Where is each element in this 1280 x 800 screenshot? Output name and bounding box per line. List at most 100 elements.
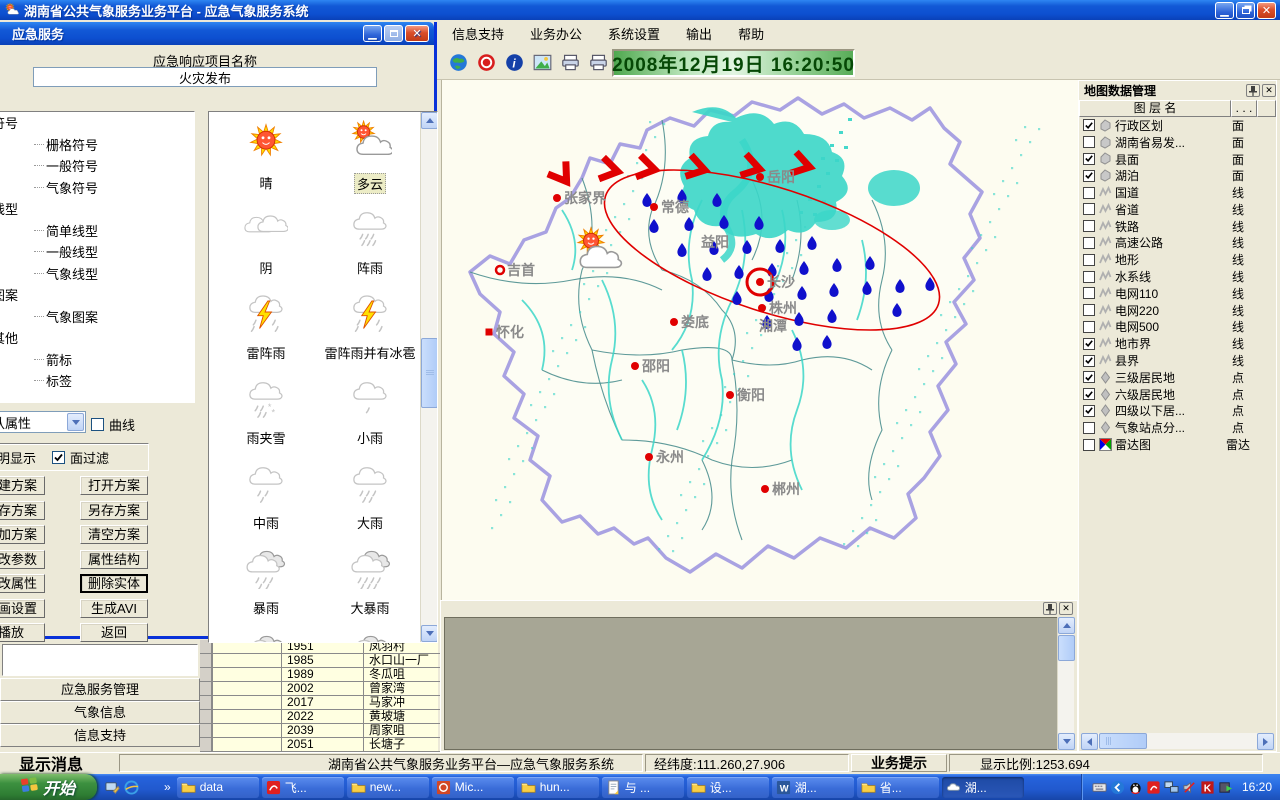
- dialog-button-right-4[interactable]: 删除实体: [80, 574, 148, 593]
- restore-button[interactable]: [1236, 2, 1255, 19]
- msn-icon[interactable]: [1110, 780, 1125, 795]
- table-row[interactable]: 2039周家咀: [200, 724, 440, 738]
- table-row[interactable]: 2051长塘子: [200, 738, 440, 752]
- curve-checkbox[interactable]: [91, 418, 104, 431]
- tree-item-8[interactable]: 图案: [0, 284, 194, 306]
- left-nav-1[interactable]: 气象信息: [0, 701, 200, 724]
- printer-icon[interactable]: [559, 52, 581, 74]
- pin-icon[interactable]: [1246, 84, 1260, 97]
- layer-row-9[interactable]: 水系线线: [1079, 268, 1276, 285]
- transparent-checkbox-row[interactable]: 透明显示: [0, 448, 36, 467]
- layer-row-4[interactable]: 国道线: [1079, 184, 1276, 201]
- dialog-button-left-1[interactable]: 保存方案: [0, 501, 45, 520]
- layer-row-14[interactable]: 县界线: [1079, 352, 1276, 369]
- taskbar-item-9[interactable]: 湖...: [942, 777, 1024, 798]
- red-app-icon[interactable]: [143, 780, 158, 795]
- dialog-button-right-0[interactable]: 打开方案: [80, 476, 148, 495]
- close-button[interactable]: ✕: [1257, 2, 1276, 19]
- taskbar-item-1[interactable]: 飞...: [262, 777, 344, 798]
- dialog-button-left-4[interactable]: 修改属性: [0, 574, 45, 593]
- qq-penguin-icon[interactable]: [1128, 780, 1143, 795]
- layer-checkbox[interactable]: [1083, 153, 1095, 165]
- taskbar-item-0[interactable]: data: [177, 777, 259, 798]
- tree-item-12[interactable]: 标签: [0, 370, 194, 392]
- layer-checkbox[interactable]: [1083, 220, 1095, 232]
- resize-grip[interactable]: [1265, 754, 1279, 772]
- weather-symbol-cloud-shower[interactable]: 阵雨: [317, 205, 423, 278]
- show-desktop-icon[interactable]: [105, 780, 120, 795]
- layer-row-1[interactable]: 湖南省易发...面: [1079, 134, 1276, 151]
- dialog-button-right-2[interactable]: 清空方案: [80, 525, 148, 544]
- layer-checkbox[interactable]: [1083, 203, 1095, 215]
- tree-item-1[interactable]: 栅格符号: [0, 134, 194, 156]
- layer-row-10[interactable]: 电网110线: [1079, 285, 1276, 302]
- menu-item-2[interactable]: 系统设置: [608, 24, 660, 43]
- layer-checkbox[interactable]: [1083, 338, 1095, 350]
- tree-item-4[interactable]: 线型: [0, 198, 194, 220]
- weather-symbol-cloud-thunder[interactable]: 雷阵雨: [213, 290, 319, 363]
- layer-row-17[interactable]: 四级以下居...点: [1079, 403, 1276, 420]
- symbols-scrollbar[interactable]: [420, 112, 437, 642]
- taskbar-item-6[interactable]: 设...: [687, 777, 769, 798]
- layer-checkbox[interactable]: [1083, 187, 1095, 199]
- layer-row-5[interactable]: 省道线: [1079, 201, 1276, 218]
- dialog-button-right-3[interactable]: 属性结构: [80, 550, 148, 569]
- face-filter-checkbox-row[interactable]: 面过滤: [52, 448, 109, 467]
- layer-checkbox[interactable]: [1083, 355, 1095, 367]
- weather-symbol-cloud-thunder-hail[interactable]: 雷阵雨并有冰雹: [317, 290, 423, 363]
- table-row[interactable]: 1989冬瓜咀: [200, 668, 440, 682]
- tree-item-9[interactable]: 气象图案: [0, 306, 194, 328]
- layer-checkbox[interactable]: [1083, 271, 1095, 283]
- quick-launch-overflow-icon[interactable]: »: [164, 780, 171, 794]
- business-tip-button[interactable]: 业务提示: [851, 754, 947, 772]
- default-attr-dropdown[interactable]: 改默认属性: [0, 411, 86, 433]
- tree-item-6[interactable]: 一般线型: [0, 241, 194, 263]
- layers-horizontal-scrollbar[interactable]: [1081, 733, 1274, 749]
- layer-checkbox[interactable]: [1083, 304, 1095, 316]
- layer-row-0[interactable]: 行政区划面: [1079, 117, 1276, 134]
- weather-symbol-cloud-rain-1[interactable]: 小雨: [317, 375, 423, 448]
- left-nav-2[interactable]: 信息支持: [0, 724, 200, 747]
- taskbar-item-3[interactable]: Mic...: [432, 777, 514, 798]
- layer-checkbox[interactable]: [1083, 119, 1095, 131]
- chip-icon[interactable]: [1218, 780, 1233, 795]
- project-name-input[interactable]: [33, 67, 377, 87]
- minimize-button[interactable]: ▁: [1215, 2, 1234, 19]
- dialog-button-right-6[interactable]: 返回: [80, 623, 148, 642]
- layer-checkbox[interactable]: [1083, 439, 1095, 451]
- left-nav-0[interactable]: 应急服务管理: [0, 678, 200, 701]
- dialog-button-left-0[interactable]: 新建方案: [0, 476, 45, 495]
- dropdown-arrow-icon[interactable]: [67, 413, 84, 431]
- taskbar-item-8[interactable]: 省...: [857, 777, 939, 798]
- layer-row-6[interactable]: 铁路线: [1079, 218, 1276, 235]
- weather-symbol-sun[interactable]: 晴: [213, 120, 319, 193]
- dialog-close-button[interactable]: ✕: [405, 25, 429, 42]
- dialog-maximize-button[interactable]: [384, 25, 403, 42]
- taskbar-item-7[interactable]: W湖...: [772, 777, 854, 798]
- layer-checkbox[interactable]: [1083, 371, 1095, 383]
- info-icon[interactable]: i: [503, 52, 525, 74]
- keyboard-icon[interactable]: [1092, 780, 1107, 795]
- kaspersky-icon[interactable]: K: [1200, 780, 1215, 795]
- curve-checkbox-row[interactable]: 曲线: [91, 415, 135, 434]
- weather-symbol-cloud-storm-2[interactable]: 大暴雨: [317, 545, 423, 618]
- layer-row-12[interactable]: 电网500线: [1079, 319, 1276, 336]
- tree-item-10[interactable]: 其他: [0, 327, 194, 349]
- dialog-button-left-2[interactable]: 添加方案: [0, 525, 45, 544]
- layer-row-11[interactable]: 电网220线: [1079, 302, 1276, 319]
- layer-checkbox[interactable]: [1083, 405, 1095, 417]
- layer-checkbox[interactable]: [1083, 254, 1095, 266]
- table-row[interactable]: 2002曾家湾: [200, 682, 440, 696]
- ie-icon[interactable]: [124, 780, 139, 795]
- dock-pin-icon[interactable]: [1043, 602, 1057, 615]
- layer-row-13[interactable]: 地市界线: [1079, 335, 1276, 352]
- layer-checkbox[interactable]: [1083, 136, 1095, 148]
- layer-checkbox[interactable]: [1083, 321, 1095, 333]
- layer-checkbox[interactable]: [1083, 237, 1095, 249]
- red-flash-icon[interactable]: [1146, 780, 1161, 795]
- dock-scrollbar[interactable]: [1057, 617, 1074, 750]
- start-button[interactable]: 开始: [0, 774, 97, 800]
- taskbar-item-4[interactable]: hun...: [517, 777, 599, 798]
- menu-item-4[interactable]: 帮助: [738, 24, 764, 43]
- menu-item-1[interactable]: 业务办公: [530, 24, 582, 43]
